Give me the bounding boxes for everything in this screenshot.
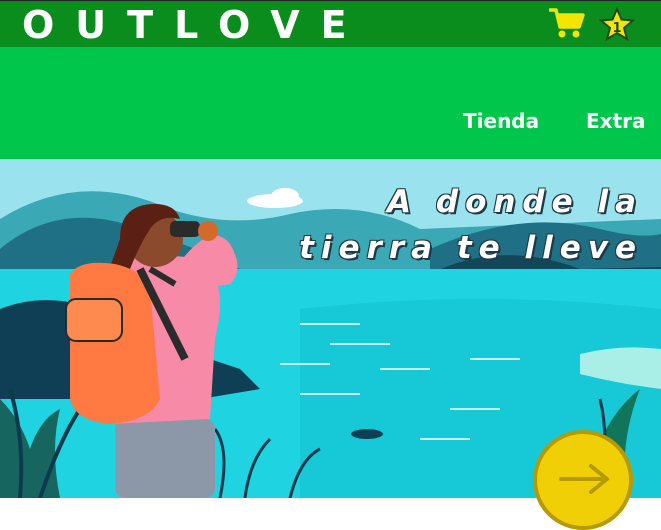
tagline-line-1: A donde la [387,184,643,220]
hero-tagline: A donde la tierra te lleve [299,179,643,271]
cart-icon[interactable] [548,7,585,43]
nav-bar: Tienda Extra [0,47,661,159]
arrow-right-icon [559,464,609,494]
star-icon[interactable]: 1 [598,6,636,45]
tagline-line-2: tierra te lleve [299,230,643,266]
nav-link-extra[interactable]: Extra [586,109,645,133]
svg-text:1: 1 [612,21,621,36]
next-button[interactable] [533,430,633,530]
nav-link-tienda[interactable]: Tienda [463,109,539,133]
top-bar: OUTLOVE 1 [0,0,661,47]
brand-logo[interactable]: OUTLOVE [22,3,368,47]
